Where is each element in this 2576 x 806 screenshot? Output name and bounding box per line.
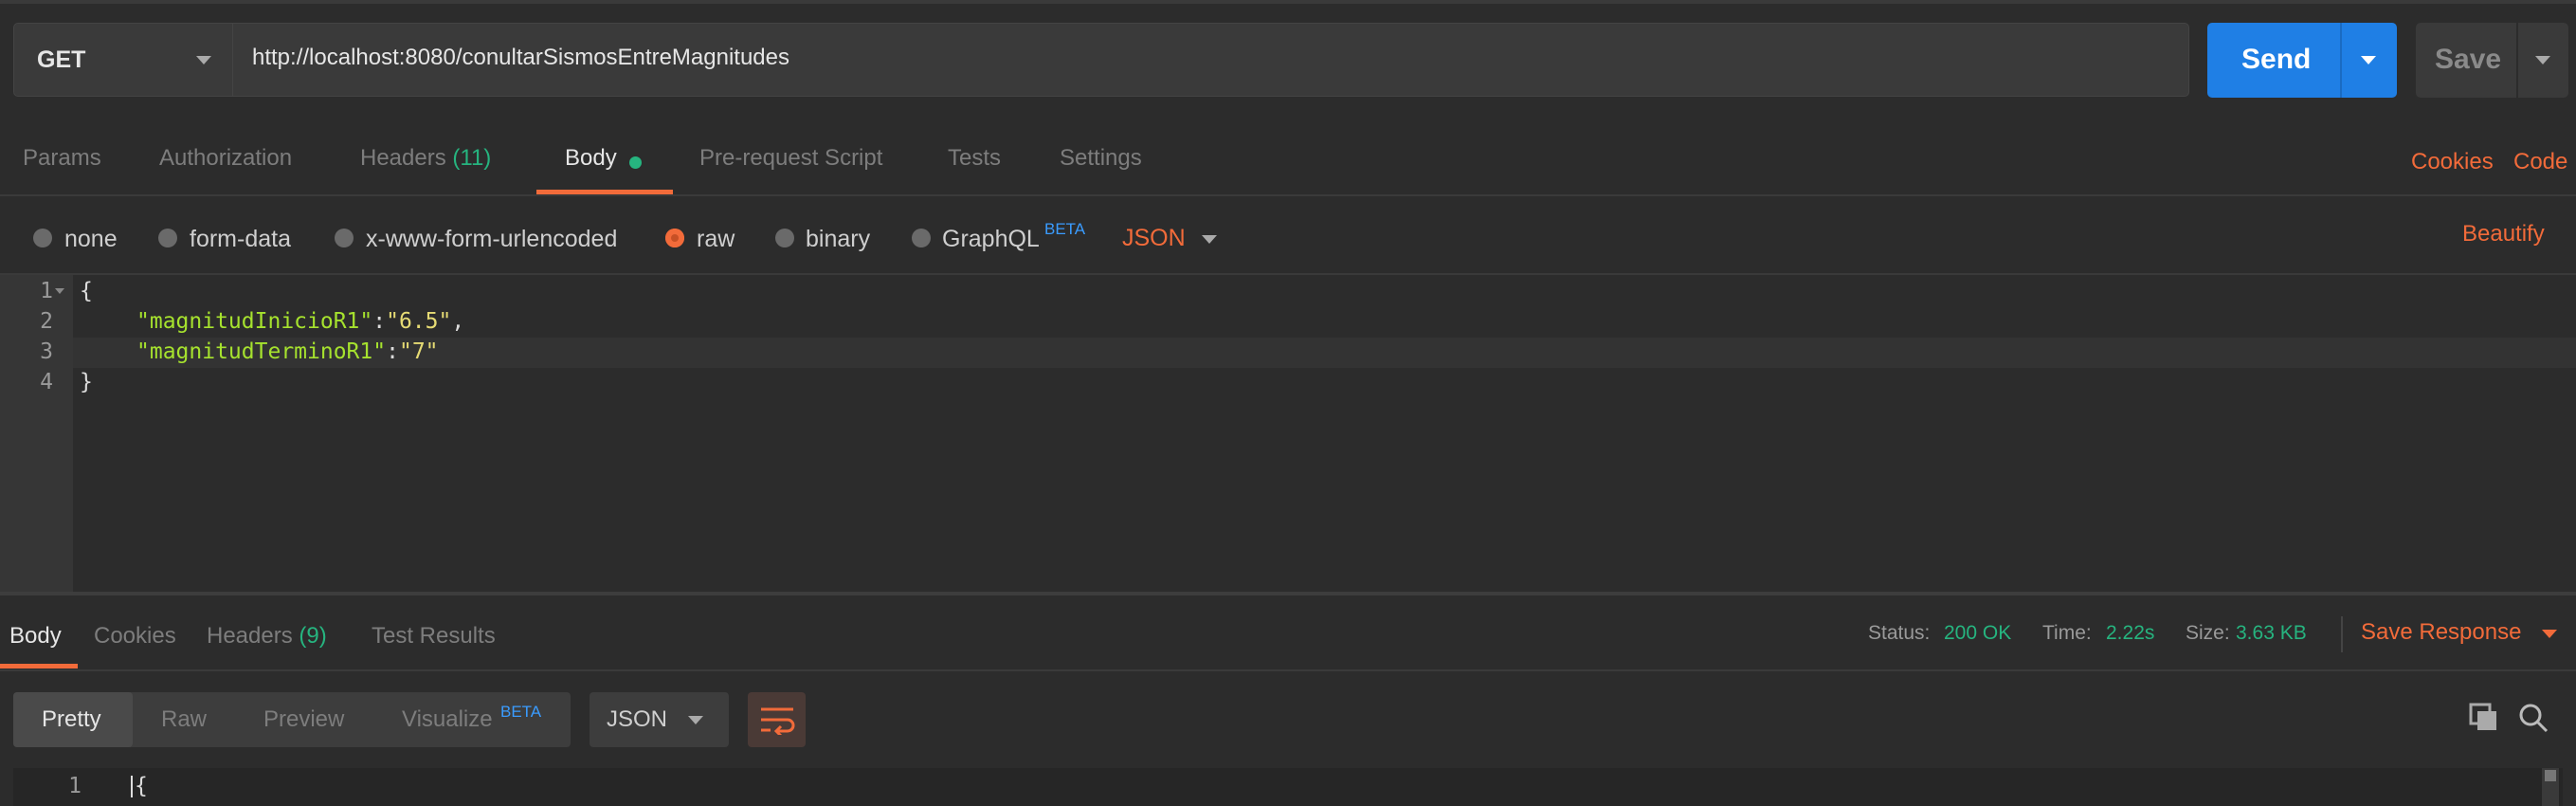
line-number: 1: [40, 279, 53, 303]
code-value: "6.5": [386, 309, 452, 334]
response-tab-headers-label: Headers: [207, 623, 293, 649]
response-format-label: JSON: [607, 706, 668, 732]
view-mode-raw[interactable]: Raw: [161, 708, 207, 731]
code-open-brace: {: [80, 279, 93, 303]
radio-none[interactable]: [33, 229, 52, 247]
code-link[interactable]: Code: [2513, 151, 2567, 174]
status-label: Status:: [1868, 622, 1931, 644]
code-line-2: "magnitudInicioR1":"6.5",: [136, 311, 464, 333]
wrap-lines-button[interactable]: [748, 692, 806, 747]
search-icon[interactable]: [2518, 703, 2549, 733]
code-line-3: "magnitudTerminoR1":"7": [136, 341, 439, 363]
code-value: "7": [398, 339, 439, 364]
response-scrollbar-thumb[interactable]: [2545, 770, 2556, 781]
method-label: GET: [37, 46, 86, 73]
chevron-down-icon: [196, 56, 211, 64]
tab-settings[interactable]: Settings: [1060, 147, 1142, 170]
radio-form-data-label[interactable]: form-data: [190, 228, 291, 251]
radio-graphql[interactable]: [912, 229, 931, 247]
view-mode-preview[interactable]: Preview: [263, 708, 344, 731]
view-mode-visualize[interactable]: Visualize: [402, 708, 493, 731]
time-value[interactable]: 2.22s: [2106, 623, 2154, 643]
tabs-divider: [0, 194, 2576, 196]
response-format-chevron-icon: [688, 716, 703, 724]
tab-tests[interactable]: Tests: [948, 147, 1001, 170]
radio-none-label[interactable]: none: [64, 228, 118, 251]
save-options-chevron-icon[interactable]: [2535, 56, 2550, 64]
response-headers-count: (9): [299, 623, 327, 649]
response-view-mode-group: Pretty Raw Preview Visualize BETA: [13, 692, 571, 747]
save-response-chevron-icon[interactable]: [2542, 630, 2557, 638]
format-chevron-down-icon[interactable]: [1202, 235, 1217, 244]
headers-count: (11): [452, 145, 492, 171]
tab-authorization[interactable]: Authorization: [159, 147, 292, 170]
code-key: "magnitudTerminoR1": [136, 339, 387, 364]
body-modified-dot-icon: [629, 156, 642, 169]
code-close-brace: }: [80, 370, 93, 394]
tab-headers[interactable]: Headers (11): [360, 147, 491, 170]
tab-body[interactable]: Body: [565, 147, 617, 170]
code-line-4: }: [80, 372, 93, 394]
size-label: Size:: [2186, 622, 2230, 644]
send-divider: [2340, 23, 2342, 98]
copy-icon[interactable]: [2469, 703, 2499, 733]
save-response-button[interactable]: Save Response: [2361, 621, 2521, 644]
response-resize-handle[interactable]: [0, 592, 2576, 595]
cookies-link[interactable]: Cookies: [2411, 151, 2494, 174]
tab-pre-request-script[interactable]: Pre-request Script: [699, 147, 882, 170]
response-tab-headers[interactable]: Headers (9): [207, 625, 327, 648]
wrap-lines-icon: [761, 707, 795, 735]
radio-raw-label[interactable]: raw: [697, 228, 735, 251]
send-options-chevron-icon[interactable]: [2361, 56, 2376, 64]
save-button[interactable]: Save: [2416, 23, 2568, 98]
view-mode-pretty[interactable]: Pretty: [42, 708, 101, 731]
radio-graphql-label[interactable]: GraphQL: [942, 228, 1040, 251]
meta-divider: [2341, 616, 2343, 652]
response-body-viewer[interactable]: 1 {: [13, 768, 2563, 806]
radio-urlencoded-label[interactable]: x-www-form-urlencoded: [366, 228, 617, 251]
body-format-select[interactable]: JSON: [1122, 227, 1186, 250]
save-label: Save: [2435, 44, 2502, 75]
current-line-highlight: [73, 338, 2576, 368]
graphql-beta-badge: BETA: [1044, 220, 1086, 238]
size-value[interactable]: 3.63 KB: [2236, 623, 2307, 643]
line-number: 2: [40, 309, 53, 334]
code-line-1: {: [80, 281, 93, 302]
url-input[interactable]: http://localhost:8080/conultarSismosEntr…: [233, 23, 2189, 97]
tab-headers-label: Headers: [360, 145, 446, 171]
response-body-tab-underline: [0, 664, 78, 669]
line-number: 4: [40, 370, 53, 394]
radio-form-data[interactable]: [158, 229, 177, 247]
radio-raw[interactable]: [665, 229, 684, 247]
send-label: Send: [2241, 44, 2312, 75]
method-select[interactable]: GET: [13, 23, 233, 97]
response-format-select[interactable]: JSON: [590, 692, 729, 747]
line-number: 3: [40, 339, 53, 364]
code-key: "magnitudInicioR1": [136, 309, 373, 334]
response-tab-body[interactable]: Body: [9, 625, 62, 648]
code-colon: :: [386, 339, 399, 364]
url-text: http://localhost:8080/conultarSismosEntr…: [252, 45, 789, 70]
status-value[interactable]: 200 OK: [1944, 623, 2011, 643]
beautify-link[interactable]: Beautify: [2462, 223, 2545, 246]
send-button[interactable]: Send: [2207, 23, 2397, 98]
code-comma: ,: [451, 309, 465, 334]
radio-binary-label[interactable]: binary: [806, 228, 870, 251]
save-divider: [2516, 23, 2518, 98]
response-tab-cookies[interactable]: Cookies: [94, 625, 176, 648]
time-label: Time:: [2042, 622, 2092, 644]
radio-binary[interactable]: [775, 229, 794, 247]
visualize-beta-badge: BETA: [500, 703, 542, 721]
tab-params[interactable]: Params: [23, 147, 101, 170]
response-tab-test-results[interactable]: Test Results: [372, 625, 496, 648]
radio-urlencoded[interactable]: [335, 229, 354, 247]
response-line-number: 1: [68, 774, 82, 798]
code-colon: :: [372, 309, 387, 334]
fold-caret-icon[interactable]: [55, 288, 64, 294]
response-tabs-divider: [0, 669, 2576, 671]
response-first-line: {: [131, 776, 148, 797]
